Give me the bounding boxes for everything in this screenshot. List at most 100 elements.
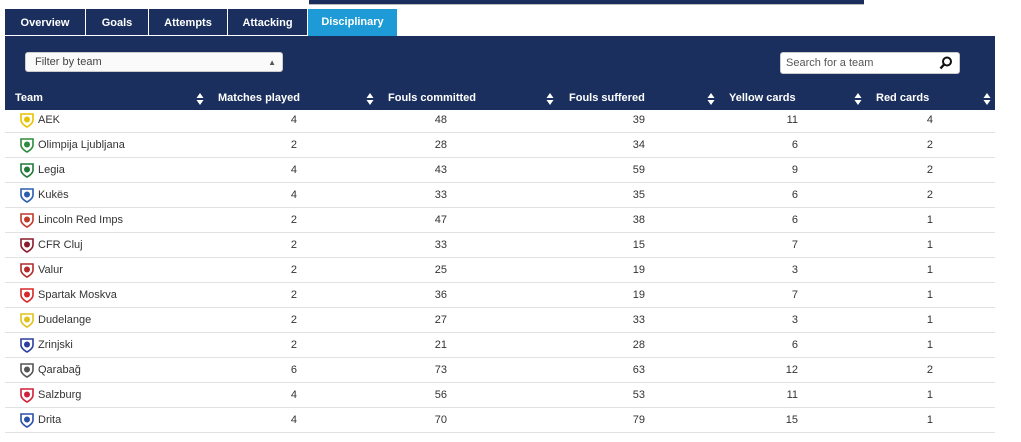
yellow-cards-value: 3 [791, 314, 798, 326]
team-filter-select[interactable]: Filter by team ▲ [25, 52, 283, 72]
col-header-yellow-cards[interactable]: Yellow cards [729, 89, 796, 108]
table-row[interactable]: Dudelange 2 27 33 3 1 [5, 308, 995, 333]
col-header-team[interactable]: Team [15, 89, 43, 108]
yellow-cards-value: 7 [791, 289, 798, 301]
yellow-cards-value: 6 [791, 214, 798, 226]
select-arrows-icon: ▲ [268, 58, 276, 67]
matches-played-value: 4 [290, 389, 297, 401]
team-crest-icon [20, 138, 34, 153]
fouls-suffered-value: 35 [632, 189, 645, 201]
col-header-fouls-suffered[interactable]: Fouls suffered [569, 89, 645, 108]
yellow-cards-value: 15 [785, 414, 798, 426]
fouls-suffered-value: 19 [632, 264, 645, 276]
team-search-input[interactable]: Search for a team [780, 52, 960, 74]
table-row[interactable]: CFR Cluj 2 33 15 7 1 [5, 233, 995, 258]
fouls-committed-value: 33 [434, 189, 447, 201]
team-crest-icon [20, 338, 34, 353]
red-cards-value: 1 [926, 239, 933, 251]
fouls-committed-value: 21 [434, 339, 447, 351]
team-crest-icon [20, 288, 34, 303]
table-row[interactable]: Legia 4 43 59 9 2 [5, 158, 995, 183]
table-row[interactable]: Kukës 4 33 35 6 2 [5, 183, 995, 208]
matches-played-value: 2 [290, 314, 297, 326]
team-crest-icon [20, 163, 34, 178]
red-cards-value: 1 [926, 339, 933, 351]
table-row[interactable]: Salzburg 4 56 53 11 1 [5, 383, 995, 408]
fouls-suffered-value: 79 [632, 414, 645, 426]
fouls-committed-value: 28 [434, 139, 447, 151]
stats-tabs: Overview Goals Attempts Attacking Discip… [5, 9, 397, 36]
team-name[interactable]: AEK [38, 108, 60, 132]
search-icon[interactable] [939, 56, 953, 70]
sort-icon[interactable] [707, 92, 715, 106]
team-crest-icon [20, 388, 34, 403]
sort-icon[interactable] [854, 92, 862, 106]
team-crest-icon [20, 263, 34, 278]
yellow-cards-value: 9 [791, 164, 798, 176]
team-name[interactable]: Olimpija Ljubljana [38, 133, 125, 157]
table-row[interactable]: AEK 4 48 39 11 4 [5, 108, 995, 133]
team-name[interactable]: Legia [38, 158, 65, 182]
team-name[interactable]: Kukës [38, 183, 69, 207]
sort-icon[interactable] [983, 92, 991, 106]
fouls-committed-value: 56 [434, 389, 447, 401]
fouls-suffered-value: 34 [632, 139, 645, 151]
col-header-matches-played[interactable]: Matches played [218, 89, 300, 108]
table-row[interactable]: Lincoln Red Imps 2 47 38 6 1 [5, 208, 995, 233]
yellow-cards-value: 6 [791, 339, 798, 351]
col-header-fouls-committed[interactable]: Fouls committed [388, 89, 476, 108]
fouls-committed-value: 73 [434, 364, 447, 376]
tab-goals[interactable]: Goals [86, 9, 149, 35]
team-search-placeholder: Search for a team [786, 57, 874, 69]
team-name[interactable]: Lincoln Red Imps [38, 208, 123, 232]
fouls-committed-value: 36 [434, 289, 447, 301]
matches-played-value: 4 [290, 189, 297, 201]
sort-icon[interactable] [196, 92, 204, 106]
tab-disciplinary[interactable]: Disciplinary [308, 9, 397, 36]
tab-overview[interactable]: Overview [5, 9, 86, 35]
sort-icon[interactable] [546, 92, 554, 106]
table-row[interactable]: Spartak Moskva 2 36 19 7 1 [5, 283, 995, 308]
red-cards-value: 2 [926, 164, 933, 176]
tab-attempts[interactable]: Attempts [149, 9, 228, 35]
matches-played-value: 4 [290, 164, 297, 176]
tab-attacking[interactable]: Attacking [228, 9, 308, 35]
fouls-suffered-value: 53 [632, 389, 645, 401]
team-name[interactable]: Dudelange [38, 308, 91, 332]
matches-played-value: 2 [290, 239, 297, 251]
team-crest-icon [20, 113, 34, 128]
fouls-suffered-value: 59 [632, 164, 645, 176]
fouls-committed-value: 70 [434, 414, 447, 426]
table-row[interactable]: Zrinjski 2 21 28 6 1 [5, 333, 995, 358]
team-crest-icon [20, 363, 34, 378]
col-header-red-cards[interactable]: Red cards [876, 89, 929, 108]
matches-played-value: 2 [290, 139, 297, 151]
team-name[interactable]: Zrinjski [38, 333, 73, 357]
team-name[interactable]: Salzburg [38, 383, 81, 407]
team-name[interactable]: CFR Cluj [38, 233, 83, 257]
table-row[interactable]: Qarabağ 6 73 63 12 2 [5, 358, 995, 383]
yellow-cards-value: 7 [791, 239, 798, 251]
fouls-suffered-value: 39 [632, 114, 645, 126]
red-cards-value: 2 [926, 189, 933, 201]
fouls-committed-value: 33 [434, 239, 447, 251]
yellow-cards-value: 11 [786, 114, 798, 126]
team-crest-icon [20, 213, 34, 228]
red-cards-value: 1 [926, 414, 933, 426]
table-row[interactable]: Valur 2 25 19 3 1 [5, 258, 995, 283]
team-name[interactable]: Drita [38, 408, 61, 432]
table-row[interactable]: Drita 4 70 79 15 1 [5, 408, 995, 433]
red-cards-value: 2 [926, 139, 933, 151]
team-name[interactable]: Qarabağ [38, 358, 81, 382]
team-filter-label: Filter by team [35, 56, 102, 68]
team-crest-icon [20, 313, 34, 328]
table-row[interactable]: Olimpija Ljubljana 2 28 34 6 2 [5, 133, 995, 158]
fouls-committed-value: 48 [434, 114, 447, 126]
team-name[interactable]: Spartak Moskva [38, 283, 117, 307]
fouls-suffered-value: 28 [632, 339, 645, 351]
sort-icon[interactable] [366, 92, 374, 106]
matches-played-value: 2 [290, 339, 297, 351]
fouls-suffered-value: 15 [632, 239, 645, 251]
team-name[interactable]: Valur [38, 258, 63, 282]
team-crest-icon [20, 188, 34, 203]
